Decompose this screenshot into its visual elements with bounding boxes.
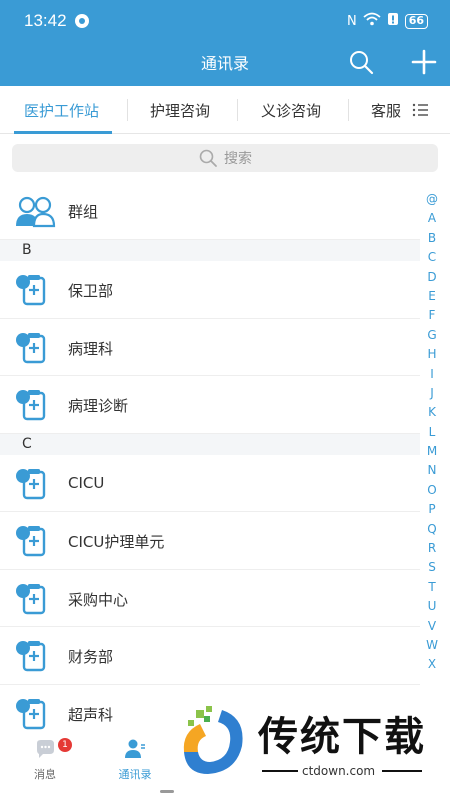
wifi-icon [363,12,381,30]
list-item[interactable]: 病理诊断 [0,376,420,434]
department-icon [14,273,50,307]
index-letter[interactable]: F [420,306,444,325]
index-letter[interactable]: I [420,365,444,384]
index-letter[interactable]: E [420,287,444,306]
watermark-line [382,770,422,772]
alphabet-index[interactable]: @ A B C D E F G H I J K L M N O P Q R S … [420,190,444,675]
tab-divider [348,99,349,121]
nav-contacts[interactable]: 通讯录 [100,738,170,782]
index-letter[interactable]: A [420,209,444,228]
watermark-line [262,770,298,772]
department-icon [14,524,50,558]
search-icon[interactable] [348,49,374,75]
list-item[interactable]: CICU [0,455,420,512]
section-header-c: C [0,433,420,455]
nfc-icon: N [346,13,357,29]
index-letter[interactable]: X [420,655,444,674]
index-letter[interactable]: S [420,558,444,577]
index-letter[interactable]: B [420,229,444,248]
contact-name: 财务部 [68,648,114,666]
alert-icon [387,12,399,30]
index-letter[interactable]: K [420,403,444,422]
group-row[interactable]: 群组 [0,182,420,240]
index-letter[interactable]: V [420,617,444,636]
index-letter[interactable]: T [420,578,444,597]
contact-name: 病理科 [68,339,114,358]
tab-menu-icon[interactable] [408,101,434,119]
page-title: 通讯录 [200,54,249,73]
index-letter[interactable]: J [420,384,444,403]
battery-indicator: 66 [404,13,428,29]
search-placeholder: 搜索 [224,151,252,167]
tab-customer-service[interactable]: 客服 [371,100,401,121]
tab-medical-workstation[interactable]: 医护工作站 [24,100,99,121]
department-icon [14,331,50,365]
index-letter[interactable]: L [420,423,444,442]
tab-divider [127,99,128,121]
section-header-b: B [0,240,420,261]
watermark-text: 传统下载 [258,714,426,760]
watermark: 传统下载 ctdown.com [170,690,450,800]
contact-name: 超声科 [68,705,114,724]
department-icon [14,388,50,422]
index-letter[interactable]: M [420,442,444,461]
search-input[interactable]: 搜索 [12,144,438,172]
contacts-icon [124,738,146,760]
recording-icon [74,14,89,28]
index-letter[interactable]: @ [420,190,444,209]
nav-messages[interactable]: 1 消息 [10,738,80,782]
department-icon [14,467,50,501]
nav-contacts-label: 通讯录 [118,768,152,781]
add-icon[interactable] [410,48,438,76]
bottom-navigation: 1 消息 通讯录 [0,730,170,786]
contact-name: 病理诊断 [68,397,129,415]
tab-nursing-consult[interactable]: 护理咨询 [150,100,210,121]
unread-badge: 1 [58,738,72,752]
list-item[interactable]: 病理科 [0,319,420,376]
category-tabs: 医护工作站 护理咨询 义诊咨询 客服 [0,86,450,134]
status-time: 13:42 [24,11,67,30]
index-letter[interactable]: O [420,481,444,500]
index-letter[interactable]: N [420,461,444,480]
list-item[interactable]: 财务部 [0,627,420,685]
contact-name: 保卫部 [68,282,114,300]
index-letter[interactable]: C [420,248,444,267]
index-letter[interactable]: R [420,539,444,558]
home-indicator [160,790,174,793]
department-icon [14,582,50,616]
index-letter[interactable]: G [420,326,444,345]
group-label: 群组 [68,203,99,221]
nav-messages-label: 消息 [34,768,56,781]
index-letter[interactable]: P [420,500,444,519]
tab-free-clinic[interactable]: 义诊咨询 [261,100,321,121]
department-icon [14,639,50,673]
status-icons: N 66 [347,12,428,30]
search-icon [199,149,217,167]
index-letter[interactable]: W [420,636,444,655]
index-letter[interactable]: H [420,345,444,364]
index-letter[interactable]: D [420,268,444,287]
tab-divider [237,99,238,121]
contact-name: CICU护理单元 [68,533,165,551]
contact-list: 群组 B 保卫部 病理科 病理诊断 C CICU CICU护理单元 采购中心 财… [0,182,420,742]
list-item[interactable]: 保卫部 [0,261,420,319]
active-tab-indicator [14,131,112,134]
watermark-logo [178,702,250,780]
watermark-url: ctdown.com [302,764,376,778]
list-item[interactable]: 采购中心 [0,570,420,627]
department-icon [14,697,50,731]
contact-name: CICU [68,473,105,492]
status-bar: 13:42 N 66 [24,10,428,32]
contact-name: 采购中心 [68,590,129,609]
list-item[interactable]: CICU护理单元 [0,512,420,570]
index-letter[interactable]: U [420,597,444,616]
index-letter[interactable]: Q [420,520,444,539]
app-header: 13:42 N 66 通讯录 [0,0,450,86]
group-icon [12,194,56,228]
chat-icon [34,738,56,760]
